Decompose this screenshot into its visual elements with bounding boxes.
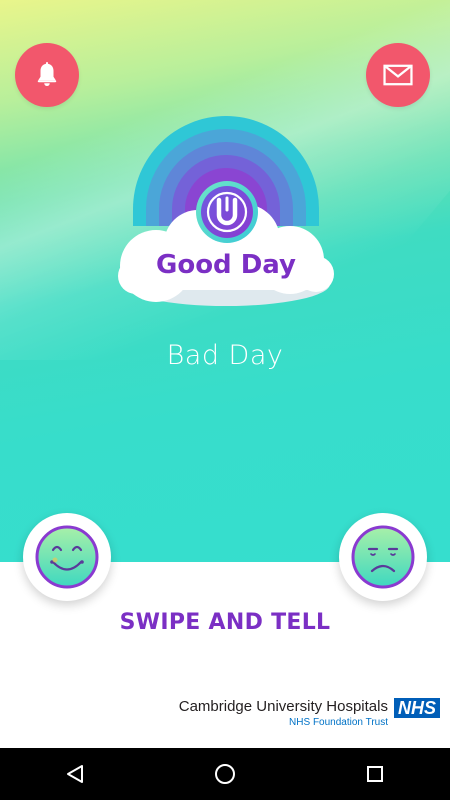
app-logo-icon	[196, 181, 258, 243]
good-day-button[interactable]	[23, 513, 111, 601]
nav-back-button[interactable]	[45, 748, 105, 800]
messages-button[interactable]	[366, 43, 430, 107]
recents-square-icon	[367, 766, 383, 782]
smiley-face-icon	[35, 525, 99, 589]
notifications-button[interactable]	[15, 43, 79, 107]
hospital-name: Cambridge University Hospitals	[178, 698, 388, 715]
bell-icon	[37, 62, 57, 86]
hospital-subtitle: NHS Foundation Trust	[289, 717, 388, 728]
home-circle-icon	[215, 764, 235, 784]
nhs-badge: NHS	[393, 698, 440, 718]
nav-recents-button[interactable]	[345, 748, 405, 800]
hospital-branding: Cambridge University Hospitals NHS Found…	[179, 698, 440, 730]
alternate-mood-label: Bad Day	[166, 340, 284, 371]
back-triangle-icon	[67, 765, 83, 783]
mail-icon	[383, 64, 413, 86]
system-navigation-bar	[0, 748, 450, 800]
mood-logo[interactable]: Good Day	[116, 114, 336, 314]
app-screen: Good Day Bad Day SWIPE AND TELL Cambridg…	[0, 0, 450, 800]
current-mood-label: Good Day	[155, 250, 296, 280]
sad-face-icon	[351, 525, 415, 589]
swipe-prompt: SWIPE AND TELL	[119, 610, 331, 635]
bad-day-button[interactable]	[339, 513, 427, 601]
nav-home-button[interactable]	[195, 748, 255, 800]
